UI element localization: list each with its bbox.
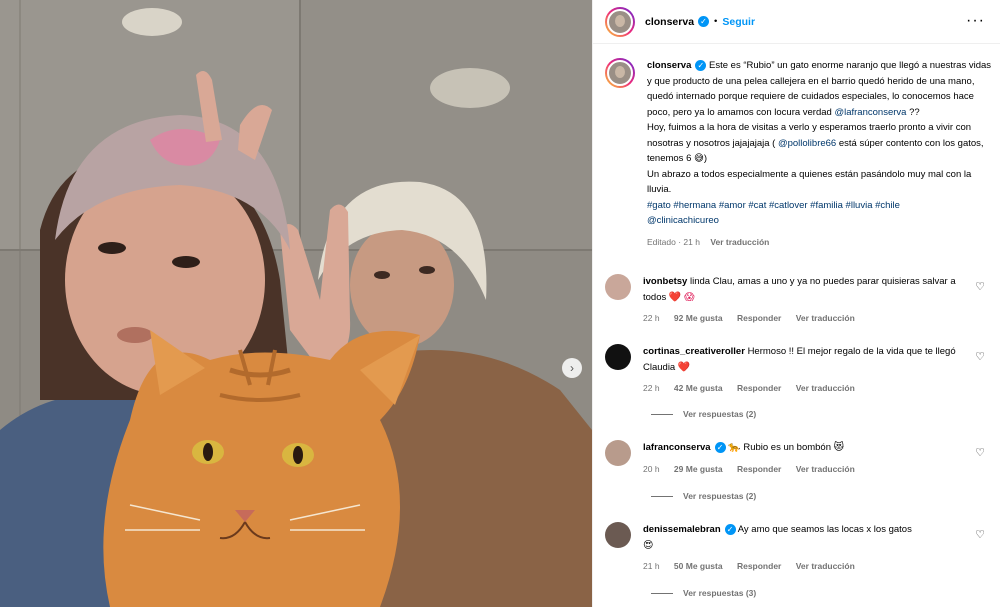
- avatar[interactable]: [605, 274, 631, 300]
- comment-emoji: 🐆: [728, 442, 741, 453]
- view-replies-button[interactable]: Ver respuestas (3): [651, 588, 756, 598]
- replies-divider: [651, 413, 673, 415]
- comment-text: Ay amo que seamos las locas x los gatos: [737, 524, 912, 535]
- comment-item: denissemalebran ✓ Ay amo que seamos las l…: [605, 522, 995, 575]
- comment-meta: 20 h 29 Me gusta Responder Ver traducció…: [643, 462, 963, 478]
- view-replies-label: Ver respuestas (3): [683, 588, 757, 598]
- caption-body-2: ??: [906, 106, 920, 118]
- heart-icon[interactable]: ♡: [975, 446, 985, 459]
- comment-item: lafranconserva ✓ 🐆 Rubio es un bombón 😻 2…: [605, 440, 995, 477]
- reply-button[interactable]: Responder: [737, 313, 781, 323]
- translate-button[interactable]: Ver traducción: [710, 237, 769, 247]
- comment-meta: 22 h 42 Me gusta Responder Ver traducció…: [643, 381, 963, 397]
- caption-meta: Editado · 21 h Ver traducción: [647, 235, 992, 251]
- reply-button[interactable]: Responder: [737, 561, 781, 571]
- likes-count[interactable]: 42 Me gusta: [674, 383, 723, 393]
- heart-icon[interactable]: ♡: [975, 280, 985, 293]
- caption-body-5: Un abrazo a todos especialmente a quiene…: [647, 168, 972, 196]
- comment-text: Rubio es un bombón: [743, 442, 831, 453]
- avatar[interactable]: [605, 344, 631, 370]
- comment-username[interactable]: denissemalebran: [643, 524, 721, 535]
- author-avatar[interactable]: [605, 6, 635, 37]
- avatar[interactable]: [605, 522, 631, 548]
- comment-meta: 21 h 50 Me gusta Responder Ver traducció…: [643, 559, 963, 575]
- next-photo-button[interactable]: ›: [562, 358, 582, 378]
- likes-count[interactable]: 50 Me gusta: [674, 561, 723, 571]
- comment-emoji: 😍: [643, 539, 654, 551]
- comment-time: 21 h: [643, 561, 660, 571]
- likes-count[interactable]: 92 Me gusta: [674, 313, 723, 323]
- comment-username[interactable]: ivonbetsy: [643, 276, 687, 287]
- comment-time: 22 h: [643, 313, 660, 323]
- comment-item: cortinas_creativeroller Hermoso !! El me…: [605, 344, 995, 397]
- heart-icon[interactable]: ♡: [975, 350, 985, 363]
- verified-icon: ✓: [698, 16, 710, 27]
- reply-button[interactable]: Responder: [737, 383, 781, 393]
- post-caption: clonserva ✓ Este es “Rubio” un gato enorm…: [605, 58, 995, 250]
- caption-avatar[interactable]: [605, 58, 635, 88]
- comment-emoji: ❤️ 😱: [668, 291, 695, 303]
- verified-icon: ✓: [724, 523, 736, 535]
- comment-username[interactable]: lafranconserva: [643, 442, 711, 453]
- mention-link[interactable]: @clinicachicureo: [647, 215, 719, 226]
- comment-meta: 22 h 92 Me gusta Responder Ver traducció…: [643, 311, 963, 327]
- hashtags[interactable]: #gato #hermana #amor #cat #catlover #fam…: [647, 200, 900, 211]
- caption-text: clonserva ✓ Este es “Rubio” un gato enorm…: [647, 58, 992, 250]
- more-options-icon[interactable]: ···: [966, 12, 985, 30]
- post-header: clonserva ✓ • Seguir ···: [593, 0, 1000, 44]
- verified-icon: ✓: [695, 59, 707, 71]
- edited-time: Editado · 21 h: [647, 236, 700, 247]
- replies-divider: [651, 592, 673, 594]
- photo-illustration: [0, 0, 592, 607]
- translate-button[interactable]: Ver traducción: [796, 383, 855, 393]
- translate-button[interactable]: Ver traducción: [796, 561, 855, 571]
- instagram-post-view: › clonserva ✓ • Seguir ··· clonserva ✓ Es…: [0, 0, 1000, 607]
- view-replies-label: Ver respuestas (2): [683, 491, 757, 501]
- comment-emoji: ❤️: [677, 361, 691, 373]
- heart-icon[interactable]: ♡: [975, 528, 985, 541]
- follow-button[interactable]: Seguir: [722, 16, 755, 28]
- comment-username[interactable]: cortinas_creativeroller: [643, 346, 745, 357]
- post-photo[interactable]: ›: [0, 0, 592, 607]
- replies-divider: [651, 495, 673, 497]
- avatar[interactable]: [605, 440, 631, 466]
- view-replies-label: Ver respuestas (2): [683, 409, 757, 419]
- translate-button[interactable]: Ver traducción: [796, 313, 855, 323]
- view-replies-button[interactable]: Ver respuestas (2): [651, 491, 756, 501]
- translate-button[interactable]: Ver traducción: [796, 464, 855, 474]
- caption-username[interactable]: clonserva: [647, 60, 691, 71]
- comment-time: 22 h: [643, 383, 660, 393]
- view-replies-button[interactable]: Ver respuestas (2): [651, 409, 756, 419]
- comment-item: ivonbetsy linda Clau, amas a uno y ya no…: [605, 274, 995, 327]
- mention-link[interactable]: @pollolibre66: [778, 138, 836, 149]
- verified-icon: ✓: [714, 441, 726, 453]
- separator-dot: •: [714, 16, 718, 27]
- author-username[interactable]: clonserva: [645, 16, 694, 28]
- reply-button[interactable]: Responder: [737, 464, 781, 474]
- mention-link[interactable]: @lafranconserva: [834, 107, 906, 118]
- chevron-right-icon: ›: [570, 361, 574, 375]
- likes-count[interactable]: 29 Me gusta: [674, 464, 723, 474]
- comment-emoji: 😻: [833, 442, 845, 453]
- post-side-panel: clonserva ✓ • Seguir ··· clonserva ✓ Este…: [592, 0, 1000, 607]
- comment-time: 20 h: [643, 463, 660, 474]
